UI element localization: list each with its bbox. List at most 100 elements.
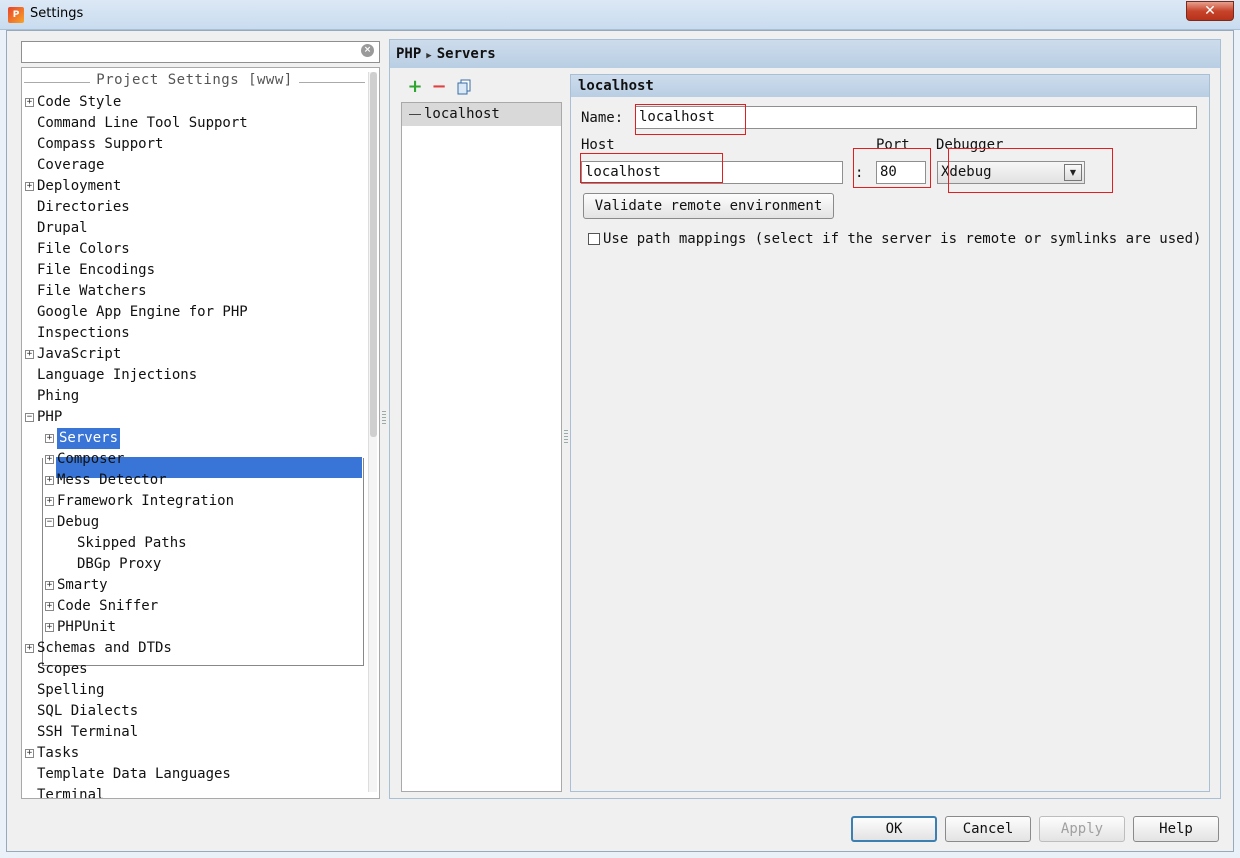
sidebar-item[interactable]: DBGp Proxy [22, 554, 362, 575]
sidebar-item-label: Servers [57, 428, 121, 449]
list-splitter-handle[interactable] [564, 430, 568, 444]
sidebar-item[interactable]: Scopes [22, 659, 362, 680]
settings-search-input[interactable] [21, 41, 380, 63]
chevron-down-icon[interactable]: ▼ [1064, 164, 1082, 181]
sidebar-item[interactable]: Language Injections [22, 365, 362, 386]
help-button[interactable]: Help [1133, 816, 1219, 842]
sidebar-item[interactable]: − Debug [22, 512, 362, 533]
sidebar-item[interactable]: Drupal [22, 218, 362, 239]
collapse-icon[interactable]: − [25, 413, 34, 422]
port-field[interactable]: 80 [876, 161, 926, 184]
expand-icon[interactable]: + [25, 644, 34, 653]
expand-icon[interactable]: + [45, 623, 54, 632]
sidebar-item[interactable]: File Colors [22, 239, 362, 260]
sidebar-item[interactable]: − PHP [22, 407, 362, 428]
sidebar-item-label: PHP [37, 409, 63, 425]
sidebar-item[interactable]: + Code Sniffer [22, 596, 362, 617]
sidebar-item[interactable]: + Deployment [22, 176, 362, 197]
sidebar-item[interactable]: SSH Terminal [22, 722, 362, 743]
sidebar-item[interactable]: Command Line Tool Support [22, 113, 362, 134]
sidebar-item-label: Schemas and DTDs [37, 640, 172, 656]
sidebar-item-label: SQL Dialects [37, 703, 139, 719]
expand-icon[interactable]: + [25, 350, 34, 359]
expand-icon[interactable]: + [45, 581, 54, 590]
expand-icon[interactable]: + [25, 98, 34, 107]
window-close-button[interactable]: ✕ [1186, 1, 1234, 21]
sidebar-item[interactable]: + Code Style [22, 92, 362, 113]
search-clear-icon[interactable]: × [361, 44, 374, 57]
sidebar-item[interactable]: + Tasks [22, 743, 362, 764]
expand-icon[interactable]: + [45, 455, 54, 464]
sidebar-item-label: Mess Detector [57, 472, 167, 488]
sidebar-item-label: Framework Integration [57, 493, 235, 509]
sidebar-item[interactable]: + Framework Integration [22, 491, 362, 512]
remove-server-icon[interactable]: − [431, 78, 447, 96]
expand-icon[interactable]: + [45, 434, 54, 443]
sidebar-item-label: Compass Support [37, 136, 164, 152]
sidebar-item[interactable]: + PHPUnit [22, 617, 362, 638]
debugger-label: Debugger [936, 137, 1004, 153]
splitter-handle[interactable] [382, 411, 386, 425]
apply-button[interactable]: Apply [1039, 816, 1125, 842]
title-bar[interactable]: P Settings ✕ [0, 0, 1240, 30]
sidebar-item-label: Language Injections [37, 367, 198, 383]
breadcrumb-current: Servers [436, 46, 496, 62]
sidebar-item-label: Drupal [37, 220, 88, 236]
server-list-item[interactable]: localhost [402, 103, 561, 126]
server-list: localhost [401, 102, 562, 792]
sidebar-item[interactable]: File Watchers [22, 281, 362, 302]
sidebar-item[interactable]: Compass Support [22, 134, 362, 155]
expand-icon[interactable]: + [45, 602, 54, 611]
sidebar-item-label: Composer [57, 451, 125, 467]
sidebar-item[interactable]: Phing [22, 386, 362, 407]
sidebar-item-label: Spelling [37, 682, 105, 698]
sidebar-item[interactable]: Inspections [22, 323, 362, 344]
expand-icon[interactable]: + [45, 497, 54, 506]
sidebar-item-label: File Watchers [37, 283, 147, 299]
sidebar-item[interactable]: Google App Engine for PHP [22, 302, 362, 323]
sidebar-item[interactable]: Skipped Paths [22, 533, 362, 554]
name-field[interactable]: localhost [635, 106, 1197, 129]
path-mappings-checkbox[interactable] [588, 233, 600, 245]
sidebar-item[interactable]: + Smarty [22, 575, 362, 596]
expand-icon[interactable]: + [25, 182, 34, 191]
sidebar-item-label: Deployment [37, 178, 122, 194]
ok-button[interactable]: OK [851, 816, 937, 842]
sidebar-item-label: JavaScript [37, 346, 122, 362]
server-detail-title: localhost [571, 75, 1209, 97]
sidebar-item[interactable]: Template Data Languages [22, 764, 362, 785]
sidebar-item[interactable]: + Servers [22, 428, 362, 449]
cancel-button[interactable]: Cancel [945, 816, 1031, 842]
validate-remote-environment-button[interactable]: Validate remote environment [583, 193, 834, 219]
tree-scrollbar-thumb[interactable] [370, 72, 377, 437]
servers-page: PHP ▶ Servers + − localhost localhost Name… [389, 39, 1221, 799]
sidebar-item-label: Terminal [37, 787, 105, 799]
sidebar-item[interactable]: + JavaScript [22, 344, 362, 365]
expand-icon[interactable]: + [45, 476, 54, 485]
debugger-select[interactable]: Xdebug ▼ [937, 161, 1085, 184]
collapse-icon[interactable]: − [45, 518, 54, 527]
breadcrumb-arrow-icon: ▶ [426, 51, 432, 61]
sidebar-item-label: Directories [37, 199, 130, 215]
path-mappings-label: Use path mappings (select if the server … [603, 231, 1202, 247]
sidebar-item-label: DBGp Proxy [77, 556, 162, 572]
expand-icon[interactable]: + [25, 749, 34, 758]
sidebar-item[interactable]: Spelling [22, 680, 362, 701]
tree-scrollbar[interactable] [368, 72, 377, 792]
sidebar-item[interactable]: Coverage [22, 155, 362, 176]
debugger-selected-value: Xdebug [941, 164, 992, 180]
copy-server-icon[interactable] [456, 79, 472, 95]
sidebar-item[interactable]: + Composer [22, 449, 362, 470]
sidebar-item[interactable]: + Schemas and DTDs [22, 638, 362, 659]
sidebar-item[interactable]: + Mess Detector [22, 470, 362, 491]
sidebar-item[interactable]: Directories [22, 197, 362, 218]
sidebar-item-label: Coverage [37, 157, 105, 173]
sidebar-item[interactable]: SQL Dialects [22, 701, 362, 722]
add-server-icon[interactable]: + [407, 78, 423, 96]
sidebar-item[interactable]: File Encodings [22, 260, 362, 281]
settings-dialog: × Project Settings [www] + Code Style Comm… [6, 30, 1234, 852]
sidebar-item[interactable]: Terminal [22, 785, 362, 799]
breadcrumb-parent: PHP [396, 46, 422, 62]
host-field[interactable]: localhost [581, 161, 843, 184]
sidebar-item-label: Google App Engine for PHP [37, 304, 248, 320]
